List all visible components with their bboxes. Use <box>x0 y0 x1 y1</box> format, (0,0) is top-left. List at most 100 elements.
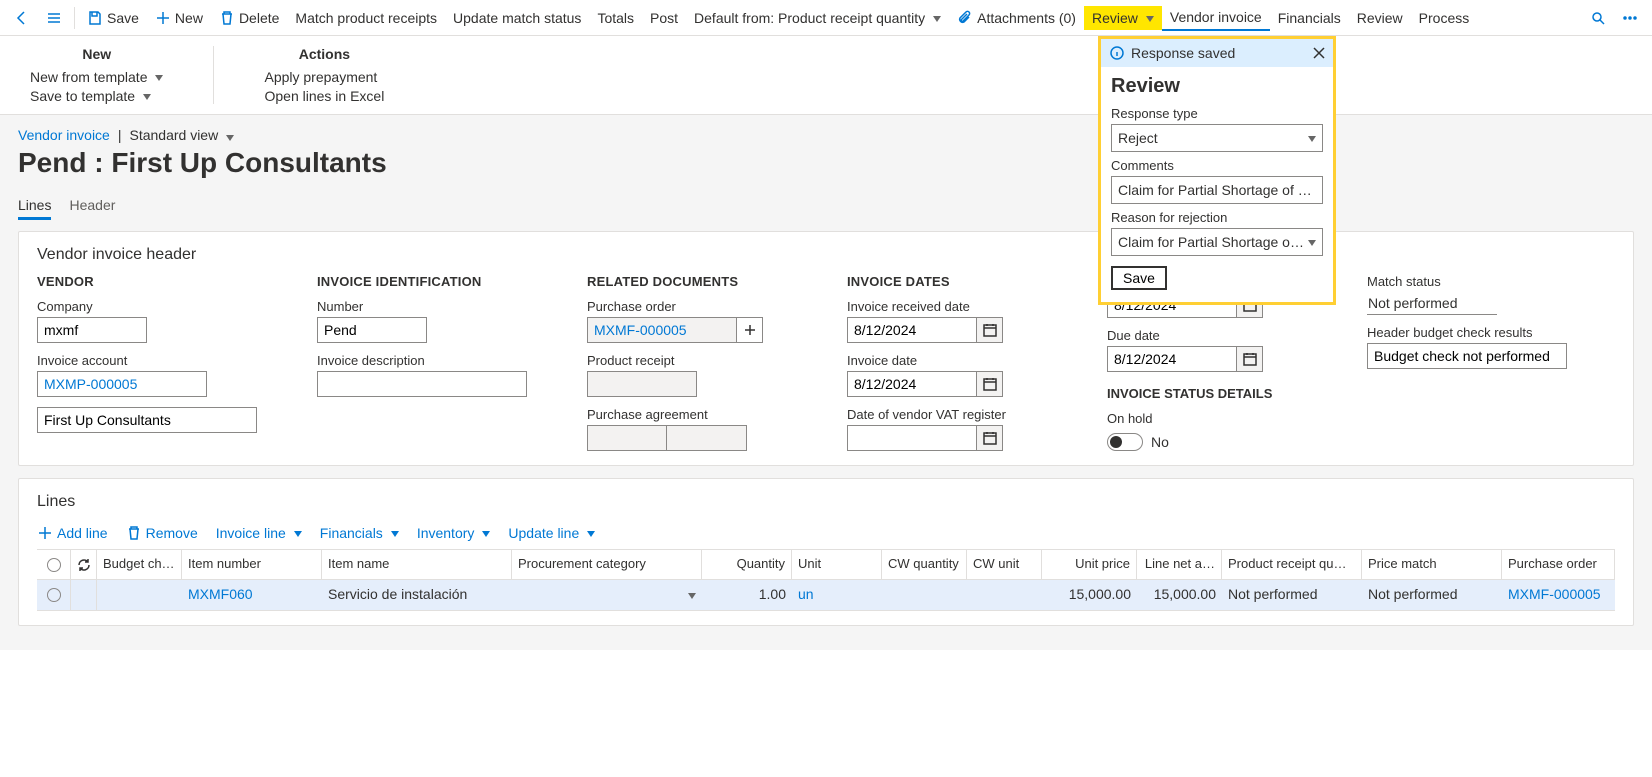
po-label: Purchase order <box>587 299 787 314</box>
more-button[interactable] <box>1614 6 1646 30</box>
inv-date-input[interactable] <box>847 371 977 397</box>
post-button[interactable]: Post <box>642 6 686 30</box>
lines-title: Lines <box>37 493 1615 511</box>
cell-unit[interactable]: un <box>792 580 882 610</box>
chevron-down-icon <box>391 531 399 537</box>
new-button[interactable]: New <box>147 6 211 30</box>
review-tab[interactable]: Review <box>1349 6 1411 30</box>
apply-prepayment-item[interactable]: Apply prepayment <box>264 69 384 85</box>
financials-menu[interactable]: Financials <box>320 525 399 541</box>
delete-button[interactable]: Delete <box>211 6 287 30</box>
on-hold-value: No <box>1151 434 1169 450</box>
vendor-invoice-tab[interactable]: Vendor invoice <box>1162 5 1270 31</box>
tab-header[interactable]: Header <box>69 193 115 220</box>
col-item-name[interactable]: Item name <box>322 550 512 579</box>
date-picker-button[interactable] <box>977 317 1003 343</box>
col-unit-price[interactable]: Unit price <box>1042 550 1137 579</box>
inventory-menu[interactable]: Inventory <box>417 525 491 541</box>
comments-input[interactable]: Claim for Partial Shortage of … <box>1111 176 1323 204</box>
main-toolbar: Save New Delete Match product receipts U… <box>0 0 1652 36</box>
pa-input-2[interactable] <box>667 425 747 451</box>
add-line-button[interactable]: Add line <box>37 525 108 541</box>
po-input[interactable] <box>587 317 737 343</box>
match-receipts-button[interactable]: Match product receipts <box>287 6 445 30</box>
response-type-value: Reject <box>1118 130 1158 146</box>
vih-title: Vendor invoice header <box>37 246 1615 264</box>
totals-button[interactable]: Totals <box>589 6 642 30</box>
process-tab[interactable]: Process <box>1411 6 1478 30</box>
select-all-checkbox[interactable] <box>47 558 61 572</box>
row-select-checkbox[interactable] <box>47 588 61 602</box>
pa-label: Purchase agreement <box>587 407 787 422</box>
date-picker-button[interactable] <box>1237 346 1263 372</box>
po-add-button[interactable] <box>737 317 763 343</box>
search-button[interactable] <box>1582 6 1614 30</box>
chevron-down-icon <box>933 16 941 22</box>
chevron-down-icon[interactable] <box>688 593 696 599</box>
on-hold-toggle[interactable] <box>1107 433 1143 451</box>
arrow-left-icon <box>14 10 30 26</box>
col-proc-cat[interactable]: Procurement category <box>512 550 702 579</box>
back-button[interactable] <box>6 6 38 30</box>
remove-line-button[interactable]: Remove <box>126 525 198 541</box>
lines-grid: Budget ch… Item number Item name Procure… <box>37 549 1615 611</box>
breadcrumb: Vendor invoice | Standard view <box>18 127 1634 143</box>
new-from-template-item[interactable]: New from template <box>30 69 163 85</box>
prod-receipt-label: Product receipt <box>587 353 787 368</box>
col-po[interactable]: Purchase order <box>1502 550 1615 579</box>
vendor-invoice-header-panel: Vendor invoice header VENDOR Company Inv… <box>18 231 1634 466</box>
page-content: Vendor invoice | Standard view Pend : Fi… <box>0 115 1652 650</box>
save-icon <box>87 10 103 26</box>
vat-date-input[interactable] <box>847 425 977 451</box>
col-price-match[interactable]: Price match <box>1362 550 1502 579</box>
date-picker-button[interactable] <box>977 371 1003 397</box>
inv-desc-input[interactable] <box>317 371 527 397</box>
reason-value: Claim for Partial Shortage o… <box>1118 234 1304 250</box>
col-line-net[interactable]: Line net a… <box>1137 550 1222 579</box>
search-icon <box>1590 10 1606 26</box>
table-row[interactable]: MXMF060 Servicio de instalación 1.00 un … <box>37 580 1615 610</box>
invoice-account-input[interactable] <box>37 371 207 397</box>
financials-tab[interactable]: Financials <box>1270 6 1349 30</box>
col-cw-unit[interactable]: CW unit <box>967 550 1042 579</box>
popup-save-button[interactable]: Save <box>1111 266 1167 290</box>
cell-po[interactable]: MXMF-000005 <box>1502 580 1615 610</box>
company-input[interactable] <box>37 317 147 343</box>
pa-input-1[interactable] <box>587 425 667 451</box>
reason-select[interactable]: Claim for Partial Shortage o… <box>1111 228 1323 256</box>
save-to-template-item[interactable]: Save to template <box>30 88 163 104</box>
menu-button[interactable] <box>38 6 70 30</box>
view-switcher[interactable]: Standard view <box>129 127 234 143</box>
popup-close-button[interactable] <box>1311 45 1327 64</box>
default-from-button[interactable]: Default from: Product receipt quantity <box>686 6 949 30</box>
review-dropdown-button[interactable]: Review <box>1084 6 1162 30</box>
open-in-excel-item[interactable]: Open lines in Excel <box>264 88 384 104</box>
date-picker-button[interactable] <box>977 425 1003 451</box>
calendar-icon <box>982 322 998 338</box>
cell-item[interactable]: MXMF060 <box>182 580 322 610</box>
col-item[interactable]: Item number <box>182 550 322 579</box>
number-input[interactable] <box>317 317 427 343</box>
save-button[interactable]: Save <box>79 6 147 30</box>
prod-receipt-input[interactable] <box>587 371 697 397</box>
update-line-menu[interactable]: Update line <box>508 525 595 541</box>
response-type-select[interactable]: Reject <box>1111 124 1323 152</box>
vat-date-label: Date of vendor VAT register <box>847 407 1047 422</box>
attachments-button[interactable]: Attachments (0) <box>949 6 1084 30</box>
due-date-input[interactable] <box>1107 346 1237 372</box>
response-type-label: Response type <box>1111 106 1323 121</box>
invoice-line-menu[interactable]: Invoice line <box>216 525 302 541</box>
col-prod-rec-qty[interactable]: Product receipt qu… <box>1222 550 1362 579</box>
tab-lines[interactable]: Lines <box>18 193 51 220</box>
attachments-label: Attachments (0) <box>977 10 1076 26</box>
col-qty[interactable]: Quantity <box>702 550 792 579</box>
col-budget[interactable]: Budget ch… <box>97 550 182 579</box>
update-match-button[interactable]: Update match status <box>445 6 589 30</box>
col-cw-qty[interactable]: CW quantity <box>882 550 967 579</box>
inv-received-input[interactable] <box>847 317 977 343</box>
default-from-label: Default from: Product receipt quantity <box>694 10 925 26</box>
vendor-name-input[interactable] <box>37 407 257 433</box>
col-unit[interactable]: Unit <box>792 550 882 579</box>
breadcrumb-link[interactable]: Vendor invoice <box>18 127 110 143</box>
refresh-column[interactable] <box>71 550 97 579</box>
